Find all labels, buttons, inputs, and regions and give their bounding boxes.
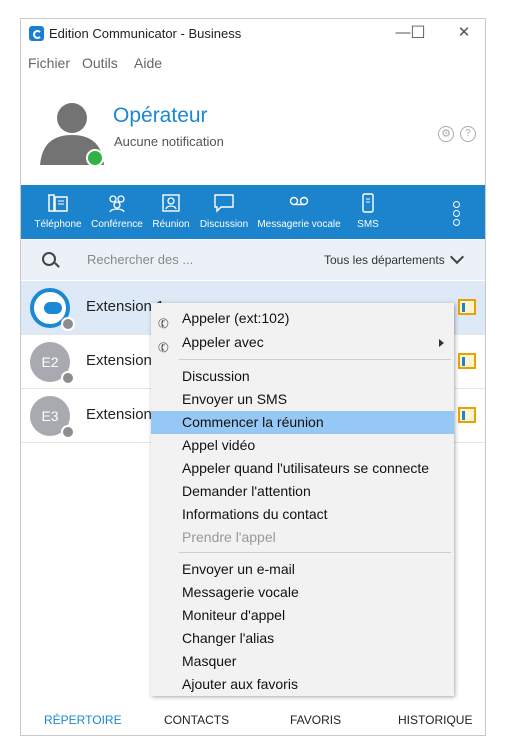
status-indicator bbox=[61, 317, 75, 331]
close-button[interactable]: ✕ bbox=[452, 22, 476, 44]
menu-item-appeler-quand-connecte[interactable]: Appeler quand l'utilisateurs se connecte bbox=[151, 457, 454, 480]
title-bar: Edition Communicator - Business — ☐ ✕ bbox=[21, 19, 485, 49]
toolbar-label: Messagerie vocale bbox=[257, 219, 341, 230]
toolbar-conference[interactable]: Conférence bbox=[89, 185, 145, 239]
menu-item-appeler-avec[interactable]: ✆ Appeler avec bbox=[151, 331, 454, 356]
menu-item-moniteur-appel[interactable]: Moniteur d'appel bbox=[151, 604, 454, 627]
toolbar-label: Réunion bbox=[152, 219, 190, 230]
tab-favoris[interactable]: FAVORIS bbox=[290, 713, 341, 727]
window-title: Edition Communicator - Business bbox=[49, 26, 242, 41]
menu-item-messagerie-vocale[interactable]: Messagerie vocale bbox=[151, 581, 454, 604]
desk-phone-icon bbox=[48, 194, 68, 212]
desk-phone-icon[interactable] bbox=[458, 407, 476, 423]
menu-item-ajouter-favoris[interactable]: Ajouter aux favoris bbox=[151, 673, 454, 696]
status-indicator bbox=[61, 425, 75, 439]
toolbar-telephone[interactable]: Téléphone bbox=[33, 185, 83, 239]
menu-item-masquer[interactable]: Masquer bbox=[151, 650, 454, 673]
toolbar-label: Discussion bbox=[199, 219, 249, 230]
contact-name: Extension bbox=[86, 406, 152, 423]
toolbar-messagerie-vocale[interactable]: Messagerie vocale bbox=[257, 185, 341, 239]
submenu-arrow-icon bbox=[439, 339, 444, 347]
menu-item-demander-attention[interactable]: Demander l'attention bbox=[151, 480, 454, 503]
tab-repertoire[interactable]: RÉPERTOIRE bbox=[44, 713, 122, 727]
toolbar-discussion[interactable]: Discussion bbox=[199, 185, 249, 239]
menu-aide[interactable]: Aide bbox=[134, 55, 162, 71]
status-indicator bbox=[61, 371, 75, 385]
menu-fichier[interactable]: Fichier bbox=[28, 55, 70, 71]
menu-item-commencer-reunion[interactable]: Commencer la réunion bbox=[151, 411, 454, 434]
menu-item-label: Appeler (ext:102) bbox=[182, 310, 290, 326]
search-bar: Tous les départements bbox=[21, 240, 485, 280]
toolbar-label: Téléphone bbox=[34, 219, 82, 230]
menu-item-label: Appeler avec bbox=[182, 334, 264, 350]
chevron-down-icon[interactable] bbox=[449, 249, 465, 265]
menu-item-informations-contact[interactable]: Informations du contact bbox=[151, 503, 454, 526]
menu-separator bbox=[179, 552, 451, 553]
context-menu: ✆ Appeler (ext:102) ✆ Appeler avec Discu… bbox=[151, 303, 454, 696]
menu-item-discussion[interactable]: Discussion bbox=[151, 365, 454, 388]
mobile-phone-icon bbox=[362, 193, 374, 213]
menu-item-envoyer-sms[interactable]: Envoyer un SMS bbox=[151, 388, 454, 411]
menu-item-prendre-appel: Prendre l'appel bbox=[182, 529, 276, 545]
operator-name: Opérateur bbox=[113, 104, 208, 127]
phone-handset-icon: ✆ bbox=[155, 338, 172, 357]
contact-name: Extension bbox=[86, 352, 152, 369]
help-icon[interactable]: ? bbox=[460, 126, 476, 142]
gear-icon[interactable]: ⚙ bbox=[438, 126, 454, 142]
menu-outils[interactable]: Outils bbox=[82, 55, 118, 71]
menu-item-appel-video[interactable]: Appel vidéo bbox=[151, 434, 454, 457]
tab-historique[interactable]: HISTORIQUE bbox=[398, 713, 472, 727]
search-icon[interactable] bbox=[42, 252, 56, 266]
toolbar-label: Conférence bbox=[91, 219, 143, 230]
desk-phone-icon[interactable] bbox=[458, 299, 476, 315]
app-logo-icon bbox=[29, 26, 44, 41]
meeting-icon bbox=[162, 194, 180, 212]
menu-item-envoyer-email[interactable]: Envoyer un e-mail bbox=[151, 558, 454, 581]
profile-header: Opérateur Aucune notification ⚙ ? bbox=[21, 76, 485, 184]
toolbar-label: SMS bbox=[357, 219, 379, 230]
tab-contacts[interactable]: CONTACTS bbox=[164, 713, 229, 727]
presence-indicator bbox=[86, 149, 104, 167]
desk-phone-icon[interactable] bbox=[458, 353, 476, 369]
group-icon bbox=[109, 195, 125, 213]
toolbar-reunion[interactable]: Réunion bbox=[149, 185, 193, 239]
menu-item-changer-alias[interactable]: Changer l'alias bbox=[151, 627, 454, 650]
more-options-icon[interactable] bbox=[453, 201, 461, 226]
menu-item-appeler[interactable]: ✆ Appeler (ext:102) bbox=[151, 307, 454, 332]
voicemail-icon bbox=[289, 196, 309, 206]
bottom-tabs: RÉPERTOIRE CONTACTS FAVORIS HISTORIQUE bbox=[21, 707, 485, 735]
chat-icon bbox=[214, 194, 234, 213]
notification-status[interactable]: Aucune notification bbox=[114, 134, 224, 149]
toolbar-sms[interactable]: SMS bbox=[353, 185, 383, 239]
search-input[interactable] bbox=[87, 252, 237, 267]
menu-bar: Fichier Outils Aide bbox=[21, 49, 485, 75]
maximize-button[interactable]: ☐ bbox=[406, 22, 430, 44]
main-toolbar: Téléphone Conférence Réunion Discussion … bbox=[21, 185, 485, 239]
department-filter[interactable]: Tous les départements bbox=[324, 253, 445, 267]
menu-separator bbox=[179, 359, 451, 360]
